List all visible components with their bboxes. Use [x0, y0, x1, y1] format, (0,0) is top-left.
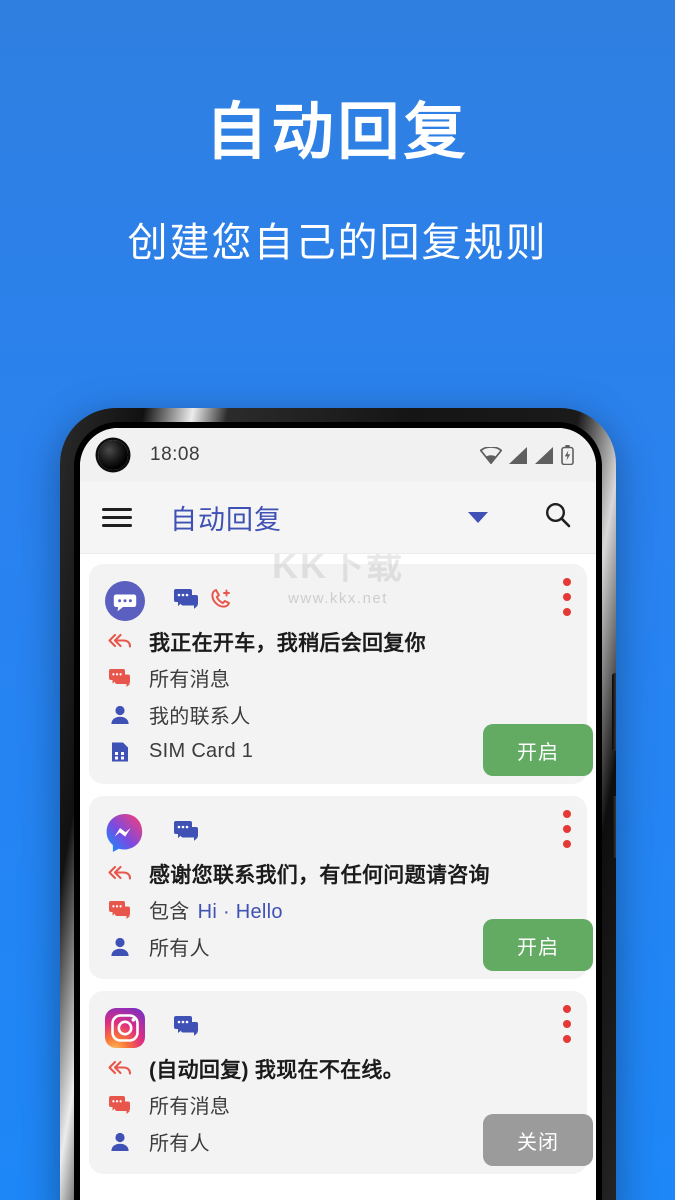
page-title: 自动回复 [205, 98, 470, 167]
messenger-icon [105, 813, 145, 853]
power-button[interactable] [612, 796, 616, 858]
sim-label: SIM Card 1 [149, 740, 254, 762]
google-messages-icon [105, 581, 145, 621]
channel-icons [173, 819, 199, 848]
reply-message-row: 感谢您联系我们，有任何问题请咨询 [105, 854, 571, 891]
instagram-icon [105, 1008, 145, 1048]
rule-card[interactable]: 我正在开车，我稍后会回复你 所有消息 我的联系人 SIM Card 1 开启 [89, 564, 593, 784]
person-icon [107, 1130, 133, 1154]
more-vertical-icon[interactable] [563, 1005, 571, 1043]
phone-screen: 18:08 自动回复 www.kkx.net 我正在开车，我稍后会回复你 所有消… [80, 428, 596, 1200]
reply-all-icon [107, 1057, 133, 1079]
rule-card[interactable]: (自动回复) 我现在不在线。 所有消息 所有人 关闭 [89, 991, 593, 1174]
hamburger-icon[interactable] [102, 503, 132, 532]
card-header [105, 812, 571, 854]
status-bar: 18:08 [80, 428, 596, 482]
more-vertical-icon[interactable] [563, 578, 571, 616]
channel-icons [173, 1014, 199, 1043]
volume-button[interactable] [612, 673, 616, 751]
app-bar: 自动回复 [80, 482, 596, 554]
battery-charging-icon [561, 445, 574, 465]
promo-header: 自动回复 创建您自己的回复规则 [0, 0, 675, 268]
reply-message-text: 感谢您联系我们，有任何问题请咨询 [149, 863, 490, 887]
rule-card[interactable]: 感谢您联系我们，有任何问题请咨询 包含 Hi · Hello 所有人 开启 [89, 796, 593, 979]
front-camera-icon [98, 440, 128, 470]
sms-bubble-icon [173, 819, 199, 848]
phone-mockup: 18:08 自动回复 www.kkx.net 我正在开车，我稍后会回复你 所有消… [60, 408, 616, 1200]
chat-bubbles-icon [107, 899, 133, 921]
card-header [105, 1007, 571, 1049]
filter-row: 所有消息 [105, 659, 571, 696]
page-subtitle: 创建您自己的回复规则 [127, 221, 548, 266]
channel-icons [173, 587, 235, 616]
contacts-label: 所有人 [149, 1133, 210, 1155]
contacts-label: 我的联系人 [149, 706, 251, 728]
phone-call-icon [209, 587, 235, 616]
chevron-down-icon[interactable] [468, 512, 488, 523]
chat-bubbles-icon [107, 667, 133, 689]
chat-bubbles-icon [107, 1094, 133, 1116]
keyword-label: 包含 [149, 901, 190, 923]
card-header [105, 580, 571, 622]
app-bar-title: 自动回复 [170, 505, 282, 535]
toggle-button[interactable]: 关闭 [483, 1114, 593, 1166]
reply-all-icon [107, 630, 133, 652]
keyword-values: Hi · Hello [197, 901, 283, 923]
reply-all-icon [107, 862, 133, 884]
contacts-label: 所有人 [149, 938, 210, 960]
sms-bubble-icon [173, 1014, 199, 1043]
phone-bezel: 18:08 自动回复 www.kkx.net 我正在开车，我稍后会回复你 所有消… [74, 422, 602, 1200]
person-icon [107, 935, 133, 959]
signal-icon [509, 446, 528, 464]
rules-list[interactable]: KK下载 www.kkx.net [80, 554, 596, 1200]
filter-label: 所有消息 [149, 1096, 231, 1118]
wifi-icon [480, 446, 502, 464]
toggle-button[interactable]: 开启 [483, 724, 593, 776]
more-vertical-icon[interactable] [563, 810, 571, 848]
reply-message-text: 我正在开车，我稍后会回复你 [149, 631, 426, 655]
sms-bubble-icon [173, 587, 199, 616]
person-icon [107, 703, 133, 727]
toggle-button[interactable]: 开启 [483, 919, 593, 971]
signal-icon [535, 446, 554, 464]
search-icon[interactable] [544, 501, 572, 534]
reply-message-row: (自动回复) 我现在不在线。 [105, 1049, 571, 1086]
keyword-label-wrapper: 包含 Hi · Hello [149, 895, 283, 924]
status-bar-icons [480, 445, 574, 465]
sim-card-icon [107, 740, 133, 764]
reply-message-text: (自动回复) 我现在不在线。 [149, 1058, 405, 1082]
filter-label: 所有消息 [149, 669, 231, 691]
status-bar-clock: 18:08 [150, 444, 201, 465]
reply-message-row: 我正在开车，我稍后会回复你 [105, 622, 571, 659]
